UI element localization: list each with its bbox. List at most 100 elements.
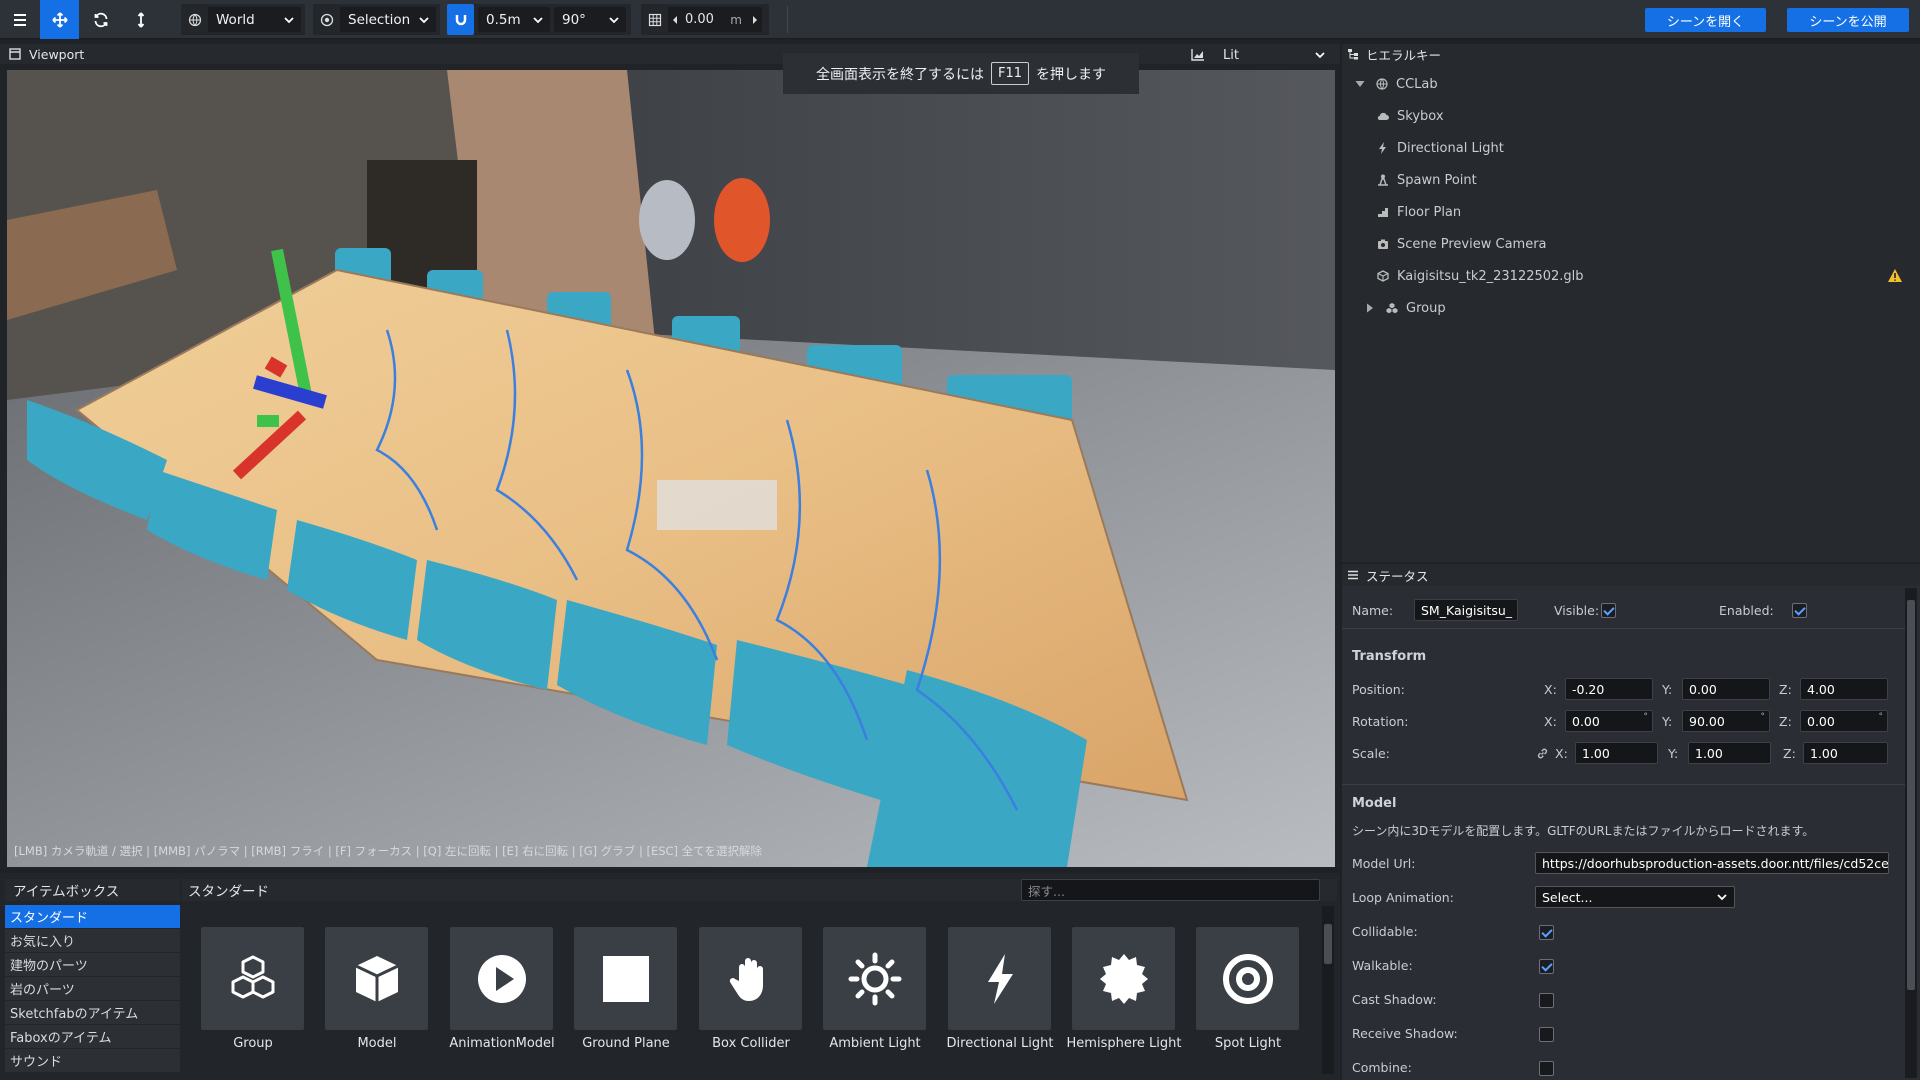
selection-dropdown-value: Selection: [348, 11, 411, 28]
tree-item-label: Scene Preview Camera: [1397, 236, 1547, 252]
cast-shadow-checkbox[interactable]: [1539, 993, 1554, 1008]
snap-angle-dropdown[interactable]: 90°: [554, 7, 626, 32]
degree-suffix: °: [1643, 712, 1649, 722]
globe-icon: [1376, 78, 1388, 90]
tile-label: AnimationModel: [449, 1036, 555, 1051]
category-sketchfab[interactable]: Sketchfabのアイテム: [5, 1001, 180, 1024]
tree-item-directional-light[interactable]: Directional Light: [1377, 137, 1504, 159]
visible-checkbox[interactable]: [1601, 603, 1616, 618]
space-dropdown[interactable]: World: [208, 7, 301, 32]
target-icon: [1222, 953, 1273, 1004]
tile-spot-light[interactable]: [1196, 927, 1299, 1030]
tree-item-floor-plan[interactable]: Floor Plan: [1377, 201, 1461, 223]
link-icon[interactable]: [1536, 747, 1549, 760]
combine-label: Combine:: [1352, 1060, 1412, 1075]
sitemap-icon: [1348, 49, 1358, 60]
position-x-input[interactable]: -0.20: [1565, 678, 1653, 700]
grid-group: 0.00 m: [641, 4, 769, 35]
rotation-y-input[interactable]: 90.00 °: [1682, 710, 1770, 732]
divider: [1342, 628, 1912, 629]
grid-size-value[interactable]: 0.00: [682, 12, 730, 27]
snap-distance-dropdown[interactable]: 0.5m: [478, 7, 550, 32]
toolbar: World Selection 0.5m 90° 0.00 m シーンを開く シ…: [0, 0, 1920, 39]
tile-directional-light[interactable]: [948, 927, 1051, 1030]
position-z-input[interactable]: 4.00: [1800, 678, 1888, 700]
combine-checkbox[interactable]: [1539, 1061, 1554, 1076]
scale-tool-button[interactable]: [121, 0, 160, 39]
collidable-checkbox[interactable]: [1539, 925, 1554, 940]
category-rock-parts[interactable]: 岩のパーツ: [5, 977, 180, 1000]
model-url-input[interactable]: https://doorhubsproduction-assets.door.n…: [1535, 852, 1889, 874]
orange-chair: [714, 178, 770, 262]
chevron-down-icon: [533, 16, 543, 23]
grid-size-stepper[interactable]: 0.00 m: [668, 7, 762, 32]
rotation-x-input[interactable]: 0.00 °: [1565, 710, 1653, 732]
itembox-scrollbar[interactable]: [1322, 906, 1334, 1074]
tree-item-root[interactable]: CCLab: [1354, 73, 1438, 95]
tile-ground-plane[interactable]: [574, 927, 677, 1030]
scrollbar-thumb[interactable]: [1324, 924, 1332, 964]
chevron-down-icon: [419, 16, 429, 23]
tile-box-collider[interactable]: [699, 927, 802, 1030]
tile-label: Ground Plane: [582, 1036, 670, 1051]
category-fabox[interactable]: Faboxのアイテム: [5, 1025, 180, 1048]
position-label: Position:: [1352, 682, 1405, 697]
enabled-checkbox[interactable]: [1792, 603, 1807, 618]
move-tool-button[interactable]: [40, 0, 79, 39]
category-favorites[interactable]: お気に入り: [5, 929, 180, 952]
play-circle-icon: [477, 954, 526, 1003]
rotate-tool-button[interactable]: [81, 0, 120, 39]
walkable-checkbox[interactable]: [1539, 959, 1554, 974]
tree-item-group[interactable]: Group: [1364, 297, 1446, 319]
caret-right-icon[interactable]: [748, 15, 762, 25]
tree-item-label: Spawn Point: [1397, 172, 1477, 188]
tile-hemisphere-light[interactable]: [1072, 927, 1175, 1030]
category-sound[interactable]: サウンド: [5, 1049, 180, 1072]
category-standard[interactable]: スタンダード: [5, 905, 180, 928]
position-y-input[interactable]: 0.00: [1682, 678, 1770, 700]
tile-label: Spot Light: [1214, 1036, 1282, 1051]
scale-y-input[interactable]: 1.00: [1688, 742, 1771, 764]
scene-canvas[interactable]: [7, 70, 1335, 867]
shading-mode-dropdown[interactable]: Lit: [1215, 45, 1332, 65]
tile-model[interactable]: [325, 927, 428, 1030]
caret-down-icon[interactable]: [1354, 78, 1366, 90]
open-scene-button[interactable]: シーンを開く: [1645, 8, 1766, 32]
loop-animation-select[interactable]: Select...: [1535, 886, 1735, 908]
name-input[interactable]: SM_Kaigisitsu_: [1414, 599, 1518, 621]
itembox-search-input[interactable]: 探す...: [1021, 879, 1320, 901]
menu-button[interactable]: [0, 0, 39, 39]
scrollbar-thumb[interactable]: [1907, 600, 1915, 990]
stats-button[interactable]: [1183, 40, 1213, 68]
category-building-parts[interactable]: 建物のパーツ: [5, 953, 180, 976]
scale-x-input[interactable]: 1.00: [1575, 742, 1658, 764]
tile-ambient-light[interactable]: [823, 927, 926, 1030]
tree-item-skybox[interactable]: Skybox: [1377, 105, 1444, 127]
selection-dropdown[interactable]: Selection: [340, 7, 436, 32]
snap-toggle-button[interactable]: [447, 4, 474, 35]
rotation-z-input[interactable]: 0.00 °: [1800, 710, 1888, 732]
tile-group[interactable]: [201, 927, 304, 1030]
window-icon: [9, 48, 21, 60]
caret-left-icon[interactable]: [668, 15, 682, 25]
shading-mode-value: Lit: [1223, 47, 1239, 63]
tree-item-preview-camera[interactable]: Scene Preview Camera: [1377, 233, 1547, 255]
tile-animation-model[interactable]: [450, 927, 553, 1030]
axis-x-label: X:: [1555, 746, 1568, 761]
rotation-x-value: 0.00: [1572, 713, 1600, 729]
status-scrollbar[interactable]: [1905, 588, 1917, 1078]
fullscreen-key: F11: [990, 62, 1030, 85]
axis-y-label: Y:: [1668, 746, 1679, 761]
tile-label: Model: [357, 1036, 397, 1051]
cloud-icon: [1377, 112, 1389, 121]
receive-shadow-checkbox[interactable]: [1539, 1027, 1554, 1042]
chart-area-icon: [1191, 48, 1204, 61]
caret-right-icon[interactable]: [1364, 302, 1376, 314]
tree-item-model-glb[interactable]: Kaigisitsu_tk2_23122502.glb: [1377, 265, 1584, 287]
publish-scene-button[interactable]: シーンを公開: [1787, 8, 1909, 32]
tree-item-label: Floor Plan: [1397, 204, 1462, 220]
tree-item-spawn-point[interactable]: Spawn Point: [1377, 169, 1477, 191]
scale-z-input[interactable]: 1.00: [1803, 742, 1888, 764]
fullscreen-text-post: を押します: [1036, 66, 1107, 83]
badge-icon: [1099, 953, 1148, 1004]
